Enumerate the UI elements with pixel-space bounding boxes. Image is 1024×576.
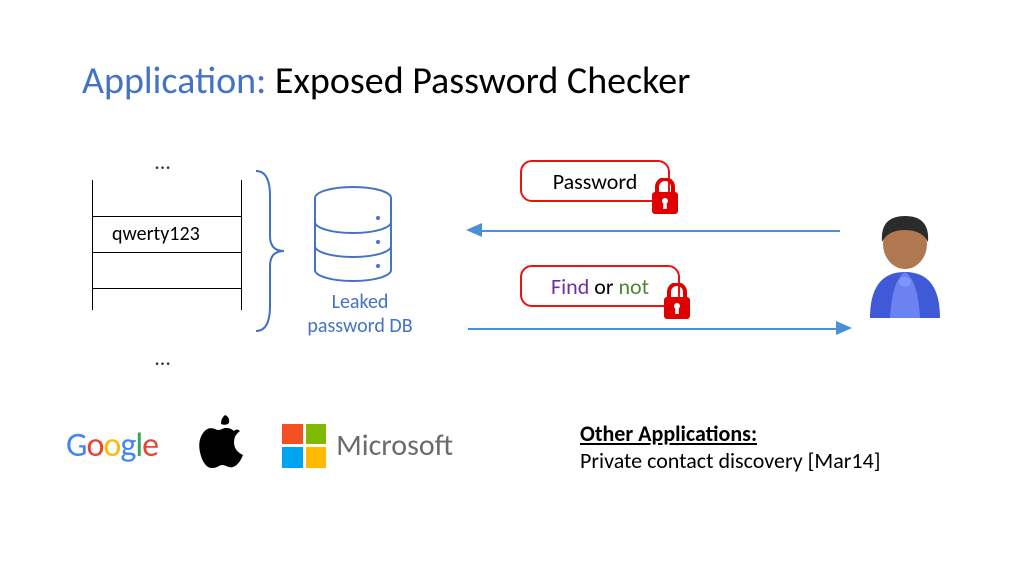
lock-icon	[648, 178, 682, 221]
other-applications: Other Applications: Private contact disc…	[580, 420, 880, 474]
slide-title: Application: Exposed Password Checker	[82, 58, 690, 104]
lock-icon	[660, 283, 694, 326]
google-logo: Google	[66, 425, 158, 466]
password-bubble-text: Password	[553, 168, 638, 195]
result-bubble: Find or not	[520, 265, 680, 307]
arrow-head-left-icon	[466, 223, 482, 237]
arrow-to-db	[480, 230, 840, 232]
microsoft-logo: Microsoft	[282, 424, 453, 468]
title-rest: Exposed Password Checker	[266, 58, 690, 104]
ellipsis-top: …	[155, 148, 172, 175]
microsoft-squares-icon	[282, 424, 326, 468]
title-prefix: Application:	[82, 58, 266, 104]
curly-brace-icon	[248, 166, 288, 341]
result-not: not	[618, 273, 649, 300]
company-logos: Google Microsoft	[66, 415, 453, 476]
ellipsis-bottom: …	[155, 344, 172, 371]
arrow-head-right-icon	[836, 321, 852, 335]
result-find: Find	[551, 273, 589, 300]
other-heading: Other Applications:	[580, 420, 880, 447]
database-icon	[310, 186, 396, 291]
other-line1: Private contact discovery [Mar14]	[580, 447, 880, 474]
password-table: qwerty123	[92, 180, 242, 310]
result-or: or	[589, 273, 618, 300]
apple-logo	[196, 415, 244, 476]
user-icon	[860, 210, 950, 325]
arrow-to-user	[468, 328, 838, 330]
table-row-password: qwerty123	[112, 222, 200, 246]
database-label: Leakedpassword DB	[295, 290, 425, 338]
microsoft-text: Microsoft	[336, 427, 453, 464]
